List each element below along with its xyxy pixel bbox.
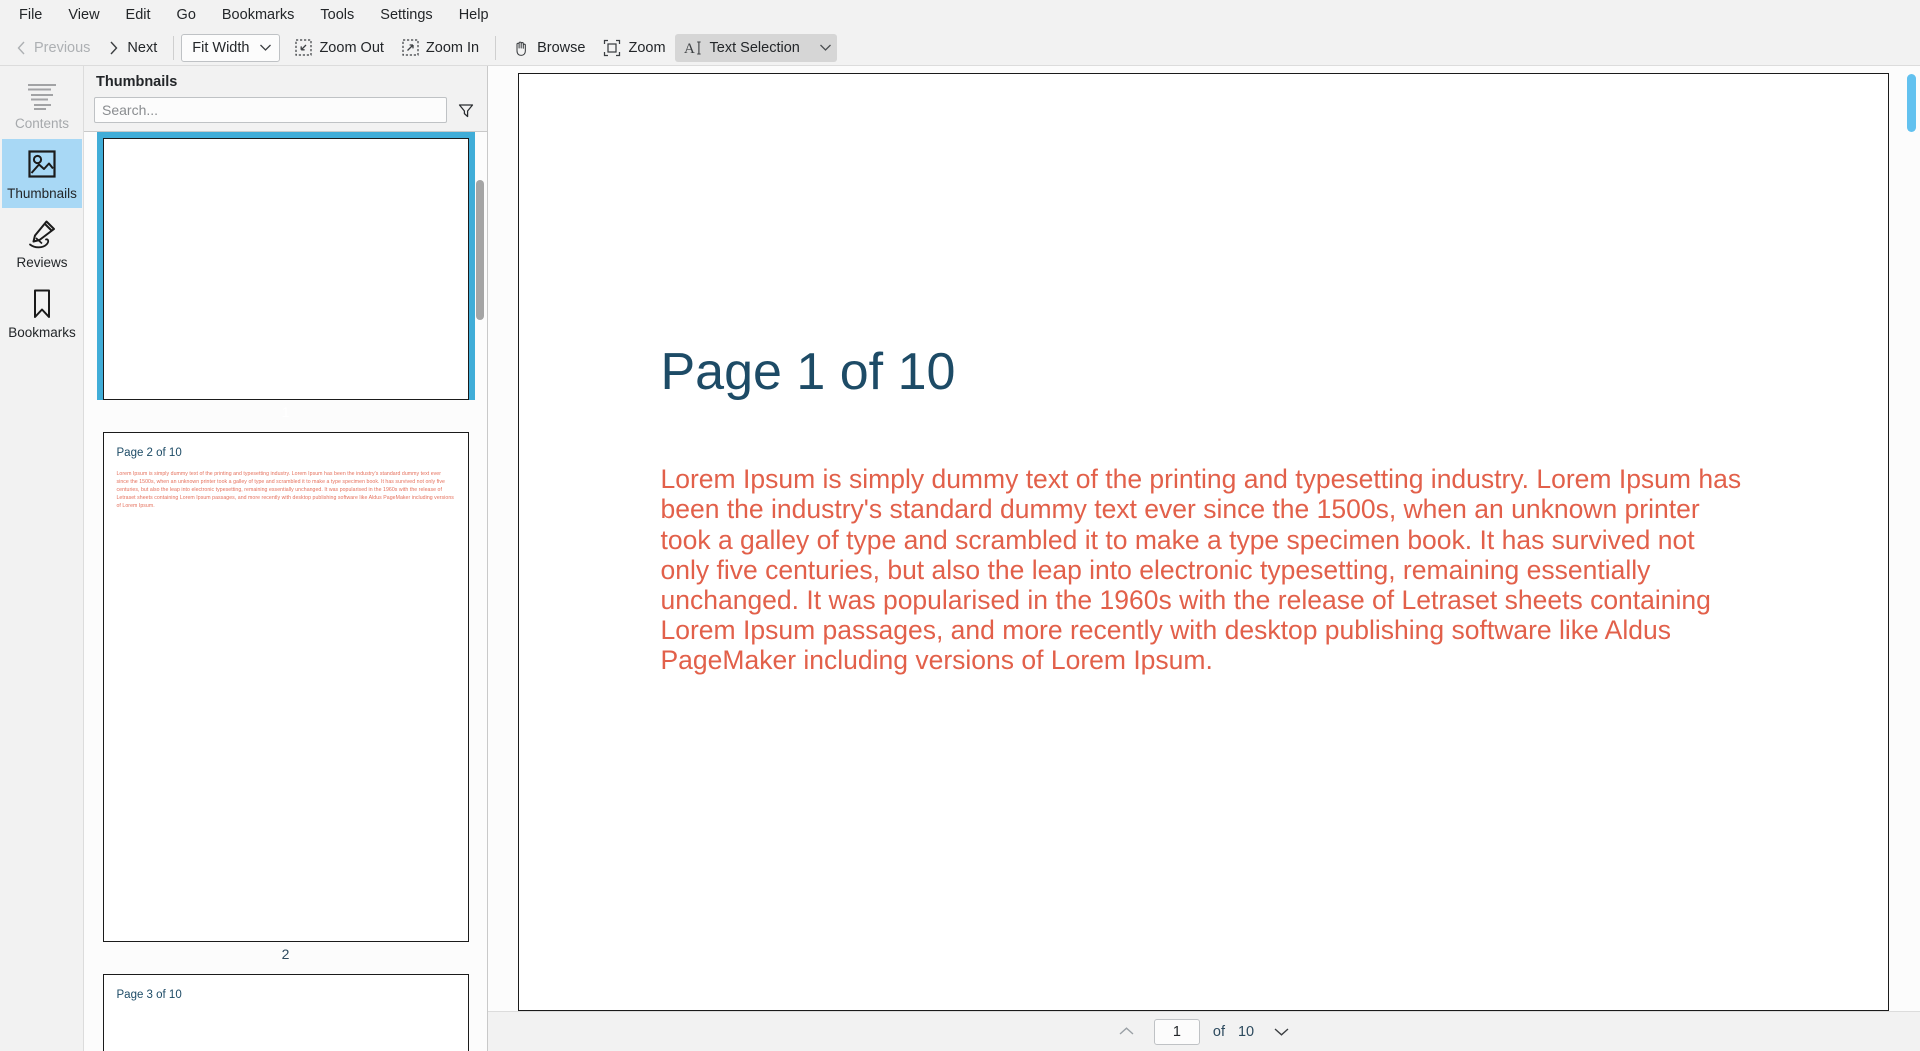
browse-tool-label: Browse	[537, 39, 586, 56]
text-cursor-icon: A	[684, 39, 703, 57]
zoom-in-button[interactable]: Zoom In	[393, 34, 488, 62]
image-icon	[25, 149, 59, 181]
thumbnails-search-row	[84, 97, 487, 131]
menu-help[interactable]: Help	[446, 3, 502, 27]
main-area: Contents Thumbnails Reviews Bookmarks Th…	[0, 66, 1920, 1051]
thumbnail-1-number: 1	[281, 404, 290, 420]
zoom-out-icon	[295, 39, 313, 56]
next-page-button[interactable]: Next	[99, 34, 166, 62]
menu-bookmarks[interactable]: Bookmarks	[209, 3, 308, 27]
thumbnails-scrollbar[interactable]	[475, 132, 485, 1051]
document-viewer: Page 1 of 10 Lorem Ipsum is simply dummy…	[488, 66, 1920, 1051]
document-scrollbar-handle[interactable]	[1907, 74, 1916, 132]
menu-file[interactable]: File	[6, 3, 55, 27]
toolbar-separator-1	[173, 35, 175, 60]
hand-icon	[512, 39, 530, 57]
funnel-filter-icon	[457, 101, 475, 119]
total-pages-label: 10	[1237, 1023, 1255, 1040]
menu-tools[interactable]: Tools	[307, 3, 367, 27]
toolbar: Previous Next Fit Width Zoom Out Zoom In…	[0, 30, 1920, 66]
zoom-tool-label: Zoom	[628, 39, 666, 56]
menu-edit[interactable]: Edit	[113, 3, 164, 27]
sidebar-item-reviews-label: Reviews	[16, 255, 68, 270]
zoom-in-label: Zoom In	[425, 39, 480, 56]
sidebar-item-reviews[interactable]: Reviews	[2, 208, 82, 278]
thumbnails-scroll-area[interactable]: 1 Page 2 of 10 Lorem Ipsum is simply dum…	[84, 131, 487, 1051]
thumbnail-item-2[interactable]: Page 2 of 10 Lorem Ipsum is simply dummy…	[97, 426, 475, 968]
page-number-input[interactable]	[1153, 1018, 1200, 1045]
menu-view[interactable]: View	[55, 3, 112, 27]
thumbnail-3-heading: Page 3 of 10	[116, 989, 182, 1001]
thumbnail-2-body: Lorem Ipsum is simply dummy text of the …	[116, 471, 454, 509]
thumbnail-2-number: 2	[281, 946, 290, 962]
sidebar-item-bookmarks-label: Bookmarks	[8, 324, 76, 340]
document-scrollbar[interactable]	[1905, 74, 1917, 1003]
highlighter-pen-icon	[25, 218, 59, 250]
menu-go[interactable]: Go	[164, 3, 209, 27]
chevron-left-icon	[15, 40, 27, 56]
bookmark-icon	[25, 288, 59, 320]
next-page-arrow[interactable]	[1267, 1019, 1295, 1045]
document-canvas[interactable]: Page 1 of 10 Lorem Ipsum is simply dummy…	[488, 66, 1920, 1011]
thumbnail-item-1[interactable]: 1	[96, 132, 475, 426]
text-selection-label: Text Selection	[709, 39, 800, 56]
previous-page-label: Previous	[34, 39, 91, 56]
status-bar: of 10	[488, 1011, 1920, 1051]
zoom-region-icon	[603, 39, 621, 57]
zoom-tool-button[interactable]: Zoom	[594, 34, 674, 62]
thumbnails-panel-title: Thumbnails	[96, 74, 178, 90]
thumbnails-list: 1 Page 2 of 10 Lorem Ipsum is simply dum…	[84, 132, 487, 1051]
chevron-down-icon[interactable]	[819, 43, 832, 52]
chevron-down-icon	[259, 43, 272, 52]
next-page-label: Next	[127, 39, 158, 56]
page-title: Page 1 of 10	[660, 343, 956, 401]
svg-text:A: A	[684, 41, 695, 57]
zoom-mode-value: Fit Width	[192, 39, 250, 56]
sidebar-item-contents-label: Contents	[14, 116, 70, 131]
zoom-out-button[interactable]: Zoom Out	[286, 34, 392, 62]
page-of-label: of	[1212, 1023, 1225, 1040]
chevron-right-icon	[108, 40, 120, 56]
toolbar-separator-2	[495, 35, 497, 60]
search-input[interactable]	[94, 97, 447, 123]
browse-tool-button[interactable]: Browse	[503, 34, 594, 62]
zoom-mode-select[interactable]: Fit Width	[181, 33, 281, 62]
thumbnails-scrollbar-handle[interactable]	[476, 180, 484, 320]
chevron-up-icon	[1118, 1026, 1135, 1037]
previous-page-button[interactable]: Previous	[6, 34, 99, 62]
sidebar-item-thumbnails[interactable]: Thumbnails	[2, 138, 82, 208]
thumbnail-2-heading: Page 2 of 10	[116, 447, 182, 459]
chevron-down-icon	[1273, 1026, 1290, 1037]
thumbnail-item-3[interactable]: Page 3 of 10 3	[97, 968, 475, 1051]
text-selection-tool-button[interactable]: A Text Selection	[674, 33, 837, 62]
page-paragraph: Lorem Ipsum is simply dummy text of the …	[660, 464, 1742, 676]
sidebar-item-thumbnails-label: Thumbnails	[7, 185, 77, 201]
previous-page-arrow[interactable]	[1113, 1019, 1141, 1045]
zoom-out-label: Zoom Out	[319, 39, 384, 56]
thumbnails-panel: Thumbnails Search... 1 Page 2 of 10 Lore…	[84, 66, 488, 1051]
sidebar-rail: Contents Thumbnails Reviews Bookmarks	[0, 66, 84, 1051]
zoom-in-icon	[402, 39, 419, 56]
menu-bar: File View Edit Go Bookmarks Tools Settin…	[0, 0, 1920, 30]
sidebar-item-bookmarks[interactable]: Bookmarks	[2, 278, 82, 348]
filter-button[interactable]	[455, 99, 477, 121]
document-page-1[interactable]: Page 1 of 10 Lorem Ipsum is simply dummy…	[517, 73, 1889, 1011]
list-lines-icon	[25, 79, 59, 111]
sidebar-item-contents[interactable]: Contents	[2, 69, 82, 139]
menu-settings[interactable]: Settings	[367, 3, 445, 27]
